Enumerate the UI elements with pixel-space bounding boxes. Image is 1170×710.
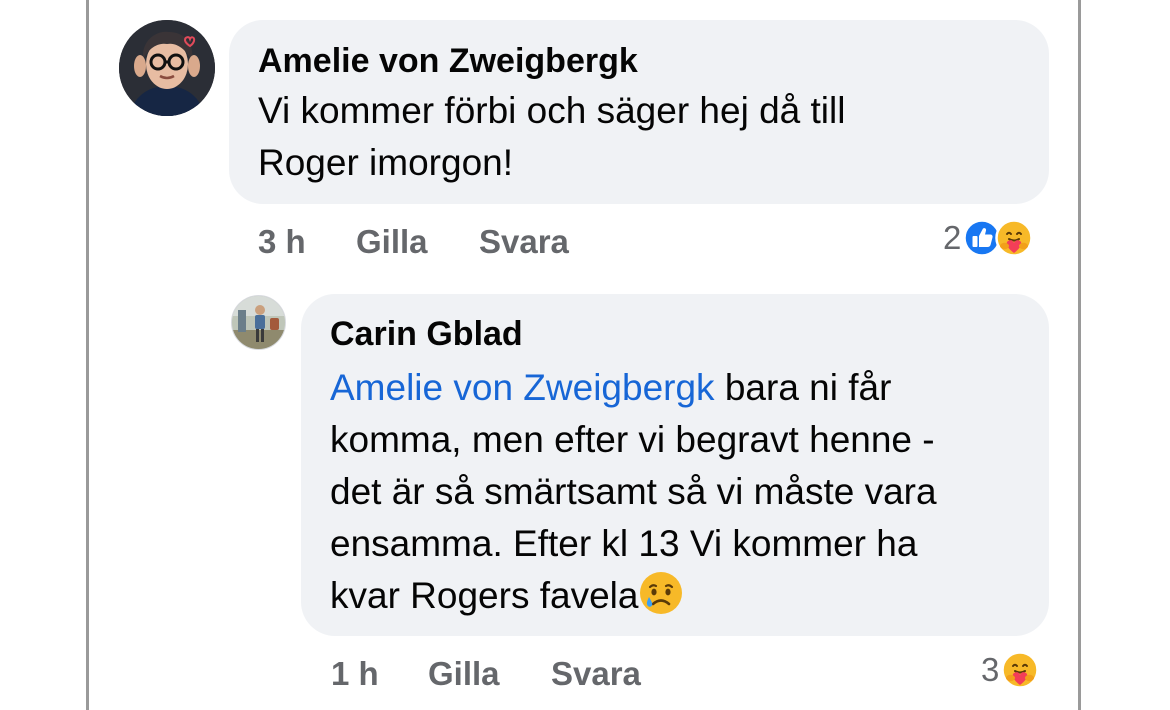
like-button[interactable]: Gilla <box>428 654 500 694</box>
comment-timestamp[interactable]: 3 h <box>258 222 306 262</box>
comment-text-segment: kvar Rogers favela <box>330 575 639 616</box>
reactions-summary[interactable]: 3 <box>981 650 1040 690</box>
left-border <box>86 0 89 710</box>
reactions-summary[interactable]: 2 <box>943 218 1034 258</box>
right-border <box>1078 0 1081 710</box>
comment-timestamp[interactable]: 1 h <box>331 654 379 694</box>
reaction-count: 2 <box>943 219 962 256</box>
avatar-amelie-image <box>119 20 215 116</box>
reply-button[interactable]: Svara <box>551 654 641 694</box>
care-icon <box>995 219 1034 257</box>
mention-link[interactable]: Amelie von Zweigbergk <box>330 367 715 408</box>
like-button[interactable]: Gilla <box>356 222 428 262</box>
sad-tear-face-icon <box>640 572 683 614</box>
comment-author[interactable]: Amelie von Zweigbergk <box>258 41 638 81</box>
comment-text-line: ensamma. Efter kl 13 Vi kommer ha <box>330 523 918 564</box>
reaction-count: 3 <box>981 651 1000 688</box>
comment-text-line: Amelie von Zweigbergk bara ni får <box>330 362 1030 414</box>
comment-author[interactable]: Carin Gblad <box>330 314 523 354</box>
comment-text-line: Vi kommer förbi och säger hej då till <box>258 90 846 131</box>
reply-button[interactable]: Svara <box>479 222 569 262</box>
comment-text-line: det är så smärtsamt så vi måste vara <box>330 471 937 512</box>
avatar-carin-image <box>232 296 285 349</box>
comment-text-line: komma, men efter vi begravt henne - <box>330 419 935 460</box>
comment-text-segment: bara ni får <box>714 367 892 408</box>
reply-bubble: Carin Gblad Amelie von Zweigbergk bara n… <box>301 294 1049 636</box>
avatar-amelie[interactable] <box>119 20 215 116</box>
comment-text: Vi kommer förbi och säger hej då till Ro… <box>258 85 1018 189</box>
avatar-carin[interactable] <box>231 295 286 350</box>
care-icon <box>1001 651 1040 689</box>
comment-bubble: Amelie von Zweigbergk Vi kommer förbi oc… <box>229 20 1049 204</box>
comment-text-line: Roger imorgon! <box>258 142 514 183</box>
comment-text: Amelie von Zweigbergk bara ni får komma,… <box>330 362 1030 622</box>
comment-text-line: kvar Rogers favela <box>330 570 1030 622</box>
